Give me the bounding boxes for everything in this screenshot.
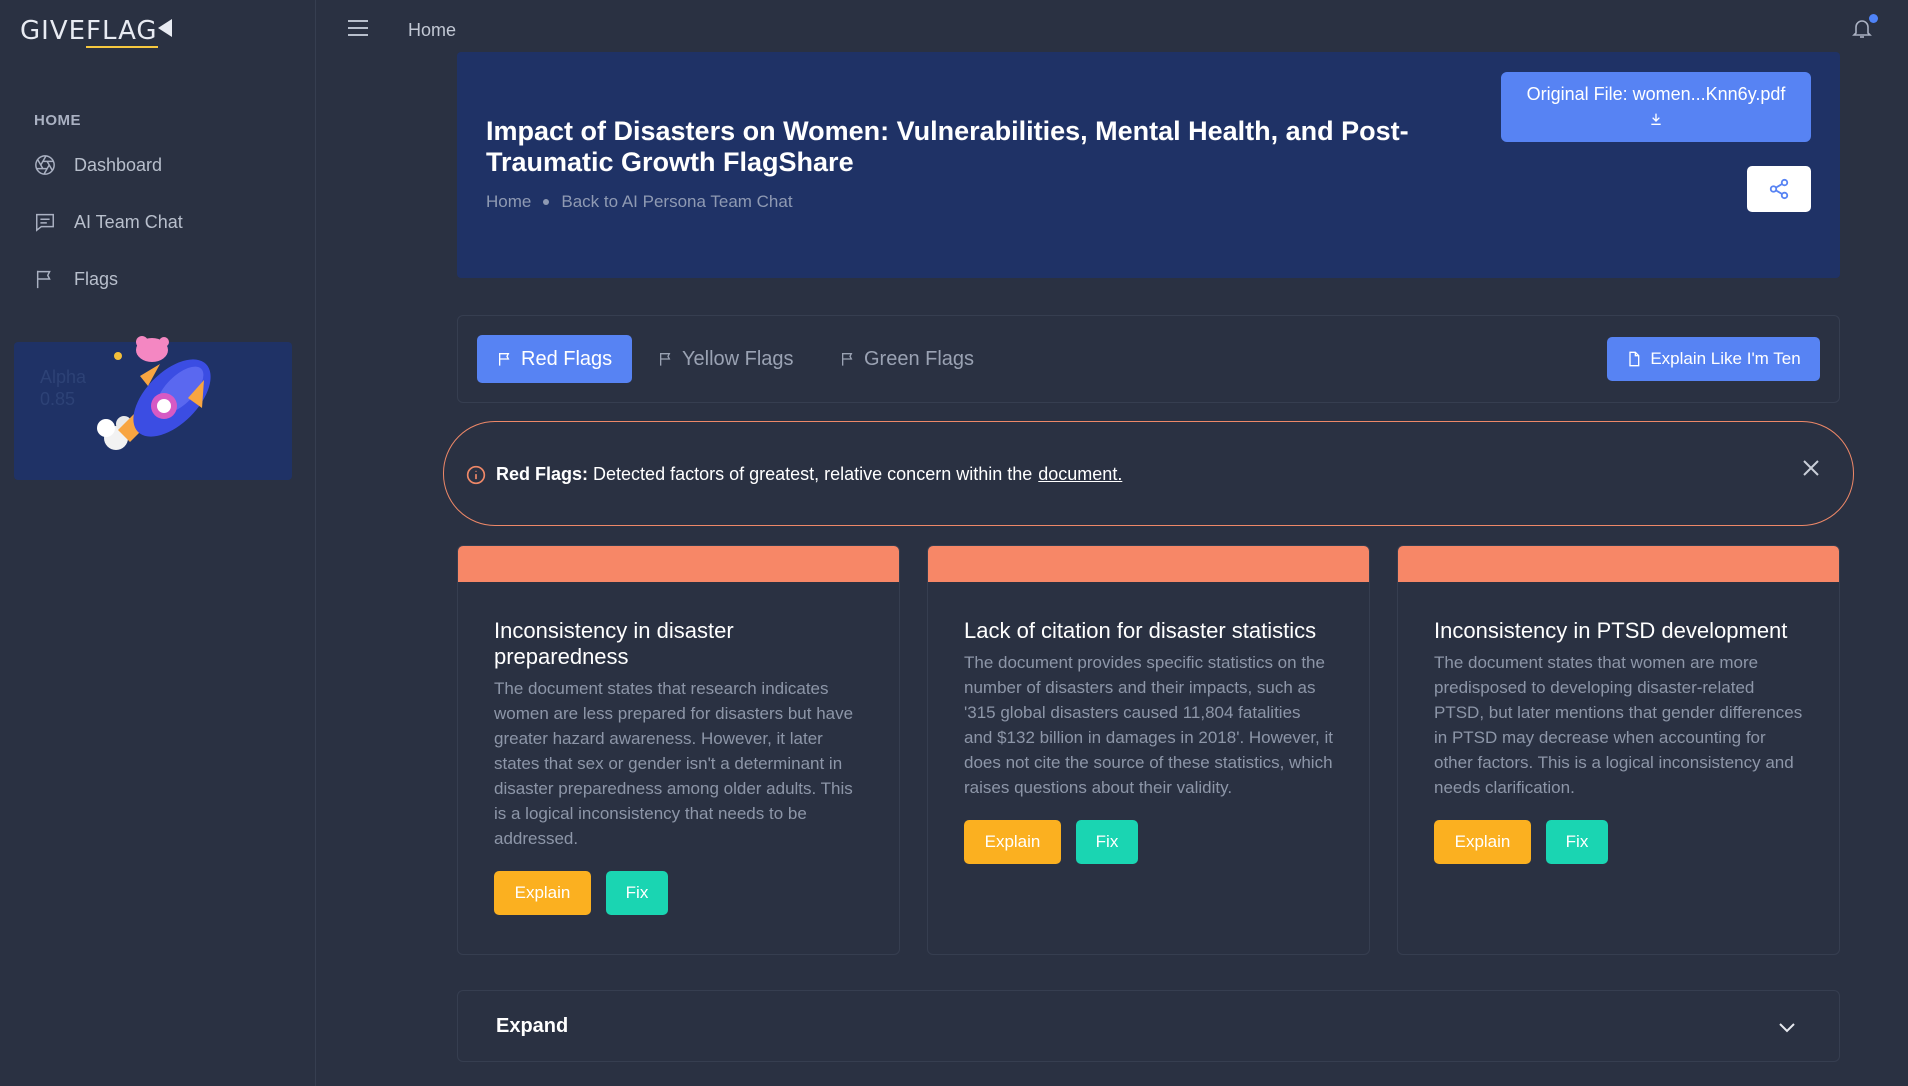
flag-card-body: The document states that women are more …: [1434, 653, 1803, 797]
share-button[interactable]: [1747, 166, 1811, 212]
version-label: Alpha 0.85: [40, 367, 87, 409]
sidebar-section-label: HOME: [34, 112, 81, 129]
flag-card-title: Inconsistency in disaster preparedness: [494, 618, 734, 669]
close-icon[interactable]: [1799, 456, 1823, 480]
breadcrumb-home[interactable]: Home: [486, 192, 531, 212]
info-icon: [466, 465, 486, 484]
red-flag-bar: [458, 546, 899, 582]
notification-dot: [1869, 14, 1878, 23]
sidebar-item-label: AI Team Chat: [74, 211, 183, 232]
flag-icon: [36, 270, 51, 289]
logo[interactable]: GIVEFLAG: [20, 16, 172, 48]
share-icon: [1769, 178, 1789, 200]
promo-card: Alpha 0.85: [14, 336, 292, 480]
logo-text-right: FLAG: [86, 16, 158, 48]
fix-button[interactable]: Fix: [1076, 820, 1138, 864]
bell-icon[interactable]: [1850, 14, 1878, 40]
red-flag-bar: [928, 546, 1369, 582]
alert-document-link[interactable]: document.: [1038, 464, 1122, 484]
sidebar-item-label: Dashboard: [74, 154, 163, 175]
chat-icon: [36, 213, 54, 232]
flag-icon: [660, 353, 671, 366]
explain-like-im-ten-button[interactable]: Explain Like I'm Ten: [1607, 337, 1820, 381]
red-flag-bar: [1398, 546, 1839, 582]
aperture-icon: [35, 155, 55, 175]
document-icon: [1629, 351, 1640, 367]
flag-card-title: Lack of citation for disaster statistics: [964, 618, 1317, 643]
alert-message: Red Flags: Detected factors of greatest,…: [466, 464, 1122, 485]
fix-button[interactable]: Fix: [606, 871, 668, 915]
tab-green-flags[interactable]: Green Flags: [820, 335, 994, 383]
tab-red-flags[interactable]: Red Flags: [477, 335, 633, 383]
breadcrumb: Home Back to AI Persona Team Chat: [486, 192, 793, 212]
flag-card-body: The document states that research indica…: [494, 679, 854, 848]
original-file-button[interactable]: Original File: women...Knn6y.pdf: [1501, 72, 1811, 142]
rocket-illustration-icon: [97, 336, 211, 450]
expand-panel[interactable]: Expand: [457, 990, 1840, 1062]
red-flags-info-alert: Red Flags: Detected factors of greatest,…: [443, 421, 1854, 526]
alert-text: Detected factors of greatest, relative c…: [593, 464, 1033, 484]
menu-icon[interactable]: [348, 20, 368, 36]
alert-title: Red Flags:: [496, 464, 589, 484]
sidebar: GIVEFLAG HOME Dashboard AI Team Chat Fla…: [0, 0, 316, 1086]
tab-yellow-flags[interactable]: Yellow Flags: [638, 335, 814, 383]
page-title: Impact of Disasters on Women: Vulnerabil…: [486, 116, 1409, 177]
breadcrumb-separator: [543, 199, 550, 205]
sidebar-item-ai-team-chat[interactable]: AI Team Chat: [34, 207, 183, 237]
explain-button[interactable]: Explain: [964, 820, 1061, 864]
explain-button[interactable]: Explain: [494, 871, 591, 915]
download-icon: [1651, 113, 1661, 125]
chevron-down-icon: [1779, 1023, 1795, 1033]
flag-card: Inconsistency in disaster preparedness T…: [457, 545, 900, 955]
topbar-breadcrumb[interactable]: Home: [408, 20, 456, 41]
flag-icon: [499, 353, 510, 366]
document-header: Impact of Disasters on Women: Vulnerabil…: [457, 52, 1840, 278]
sidebar-item-flags[interactable]: Flags: [34, 264, 118, 294]
flag-icon: [842, 353, 853, 366]
breadcrumb-back-link[interactable]: Back to AI Persona Team Chat: [561, 192, 792, 212]
sidebar-item-dashboard[interactable]: Dashboard: [34, 150, 162, 180]
flag-card-body: The document provides specific statistic…: [964, 653, 1333, 797]
fix-button[interactable]: Fix: [1546, 820, 1608, 864]
flag-card: Inconsistency in PTSD development The do…: [1397, 545, 1840, 955]
topbar: Home: [316, 0, 1908, 58]
logo-flag-icon: [157, 19, 172, 37]
flag-card: Lack of citation for disaster statistics…: [927, 545, 1370, 955]
flag-tabs: Red Flags Yellow Flags Green Flags Expla…: [457, 315, 1840, 403]
expand-label: Expand: [496, 1015, 569, 1037]
original-file-label: Original File: women...Knn6y.pdf: [1526, 84, 1786, 104]
sidebar-item-label: Flags: [74, 268, 119, 289]
flag-card-title: Inconsistency in PTSD development: [1434, 618, 1788, 643]
logo-text-left: GIVE: [20, 16, 87, 46]
explain-button[interactable]: Explain: [1434, 820, 1531, 864]
